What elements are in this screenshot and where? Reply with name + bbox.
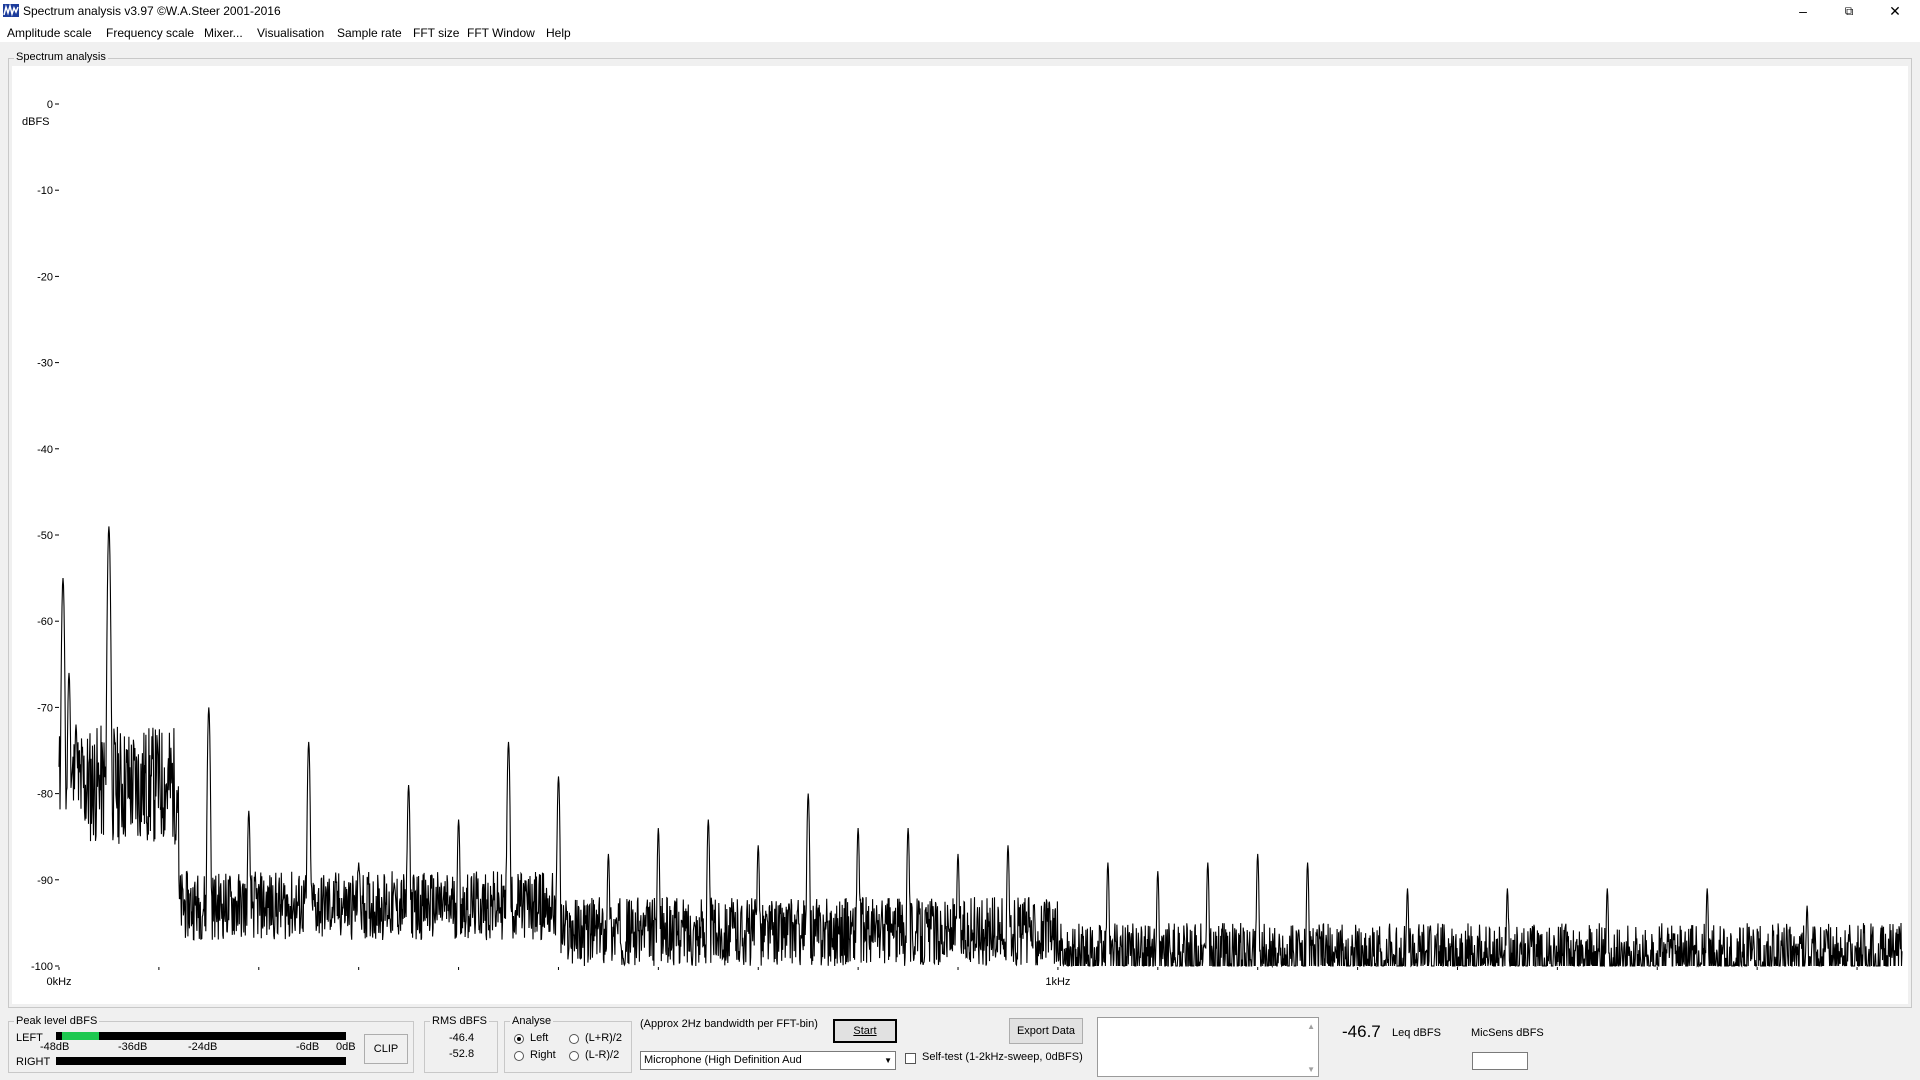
close-icon[interactable]: ✕ (1872, 0, 1918, 22)
scroll-down-icon[interactable]: ▼ (1307, 1065, 1315, 1074)
menu-mixer[interactable]: Mixer... (204, 26, 243, 40)
menu-sample-rate[interactable]: Sample rate (337, 26, 402, 40)
menu-fft-size[interactable]: FFT size (413, 26, 459, 40)
y-tick-label: -70 (37, 702, 53, 714)
y-tick-label: -20 (37, 271, 53, 283)
rms-label: RMS dBFS (430, 1015, 490, 1027)
restore-icon[interactable]: ⧉ (1826, 0, 1872, 22)
title-bar: Spectrum analysis v3.97 ©W.A.Steer 2001-… (0, 0, 1920, 22)
export-data-button[interactable]: Export Data (1009, 1018, 1083, 1044)
clip-indicator[interactable]: CLIP (364, 1034, 408, 1064)
app-icon (3, 4, 19, 17)
menu-fft-window[interactable]: FFT Window (467, 26, 535, 40)
y-tick-label: -40 (37, 444, 53, 456)
meter-scale-24: -24dB (188, 1041, 218, 1053)
analyse-panel (504, 1021, 632, 1073)
menu-frequency-scale[interactable]: Frequency scale (106, 26, 194, 40)
peak-level-label: Peak level dBFS (14, 1015, 100, 1027)
menu-bar: Amplitude scale Frequency scale Mixer...… (0, 22, 1920, 42)
analyse-lpr-radio[interactable] (569, 1034, 579, 1044)
y-axis-unit-label: dBFS (22, 116, 50, 128)
self-test-label[interactable]: Self-test (1-2kHz-sweep, 0dBFS) (922, 1051, 1083, 1063)
device-select[interactable]: Microphone (High Definition Aud ▼ (640, 1051, 896, 1070)
analyse-left-radio[interactable] (514, 1034, 524, 1044)
window-title: Spectrum analysis v3.97 ©W.A.Steer 2001-… (23, 4, 281, 18)
analyse-lpr-label[interactable]: (L+R)/2 (585, 1032, 622, 1044)
menu-help[interactable]: Help (546, 26, 571, 40)
x-tick-label: 0kHz (46, 976, 71, 988)
start-button[interactable]: Start (833, 1019, 897, 1043)
analyse-right-label[interactable]: Right (530, 1049, 556, 1061)
y-tick-label: -10 (37, 185, 53, 197)
scroll-up-icon[interactable]: ▲ (1307, 1022, 1315, 1031)
meter-scale-48: -48dB (40, 1041, 70, 1053)
leq-label: Leq dBFS (1392, 1027, 1441, 1039)
spectrum-panel-label: Spectrum analysis (14, 51, 108, 63)
y-tick-label: -50 (37, 530, 53, 542)
left-level-meter-fill (61, 1032, 100, 1040)
left-level-meter (56, 1032, 346, 1040)
log-textarea[interactable]: ▲ ▼ (1097, 1017, 1319, 1077)
meter-scale-6: -6dB (296, 1041, 320, 1053)
y-tick-label: -80 (37, 789, 53, 801)
y-tick-label: -60 (37, 616, 53, 628)
spectrum-chart: dBFS 0 -10 -20 -30 -40 -50 -60 -70 -80 -90 -100 0k… (22, 99, 1903, 988)
analyse-left-label[interactable]: Left (530, 1032, 548, 1044)
y-tick-label: -100 (31, 961, 53, 973)
y-tick-label: 0 (47, 99, 53, 111)
right-channel-label: RIGHT (16, 1056, 51, 1068)
spectrum-plot: dBFS 0 -10 -20 -30 -40 -50 -60 -70 -80 -90 -100 0k… (12, 66, 1908, 1004)
meter-scale-36: -36dB (118, 1041, 148, 1053)
spectrum-line (58, 526, 1903, 969)
rms-right-value: -52.8 (449, 1048, 475, 1060)
analyse-right-radio[interactable] (514, 1051, 524, 1061)
y-tick-label: -30 (37, 358, 53, 370)
meter-scale-0: 0dB (336, 1041, 356, 1053)
right-level-meter (56, 1057, 346, 1065)
rms-left-value: -46.4 (449, 1032, 475, 1044)
self-test-checkbox[interactable] (905, 1053, 916, 1064)
device-select-value: Microphone (High Definition Aud (644, 1054, 802, 1066)
y-tick-label: -90 (37, 875, 53, 887)
analyse-label: Analyse (510, 1015, 554, 1027)
x-tick-label: 1kHz (1045, 976, 1070, 988)
chevron-down-icon[interactable]: ▼ (884, 1056, 892, 1065)
analyse-lmr-label[interactable]: (L-R)/2 (585, 1049, 619, 1061)
micsens-input[interactable] (1472, 1052, 1528, 1070)
minimize-icon[interactable]: – (1780, 0, 1826, 22)
menu-visualisation[interactable]: Visualisation (257, 26, 324, 40)
bandwidth-text: (Approx 2Hz bandwidth per FFT-bin) (640, 1018, 818, 1030)
micsens-label: MicSens dBFS (1471, 1027, 1544, 1039)
rms-panel (424, 1021, 498, 1073)
left-channel-label: LEFT (16, 1032, 43, 1044)
menu-amplitude-scale[interactable]: Amplitude scale (7, 26, 92, 40)
analyse-lmr-radio[interactable] (569, 1051, 579, 1061)
leq-value: -46.7 (1342, 1022, 1381, 1041)
